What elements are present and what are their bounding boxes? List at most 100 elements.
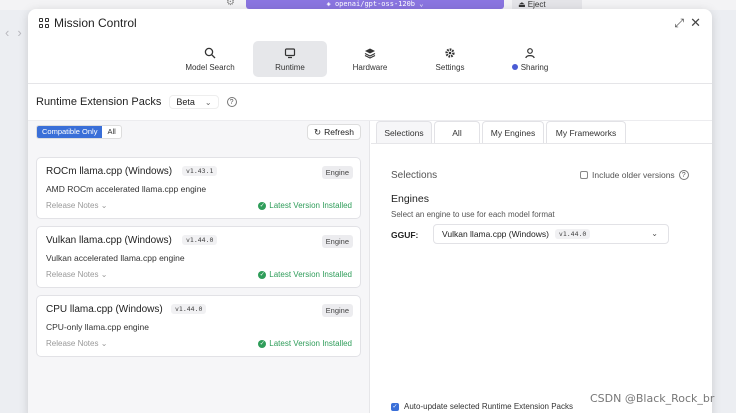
pack-version: v1.43.1 (182, 166, 218, 176)
pack-version: v1.44.0 (182, 235, 218, 245)
search-icon (204, 47, 216, 58)
expand-icon[interactable]: ⤢ (674, 16, 684, 31)
refresh-icon: ↻ (314, 126, 322, 137)
pack-card[interactable]: CPU llama.cpp (Windows) v1.44.0 Engine C… (36, 295, 361, 357)
chevron-down-icon: ⌄ (100, 201, 108, 210)
release-notes-label: Release Notes (46, 339, 99, 348)
main-tabs: Model Search Runtime Hardware Settings S… (28, 41, 712, 79)
tab-sharing[interactable]: Sharing (493, 41, 567, 77)
gguf-engine-select[interactable]: Vulkan llama.cpp (Windows) v1.44.0 ⌄ (433, 224, 669, 244)
divider (28, 83, 712, 84)
pack-description: CPU-only llama.cpp engine (46, 322, 149, 332)
refresh-label: Refresh (324, 127, 354, 137)
install-status: ✓ Latest Version Installed (258, 270, 352, 279)
channel-select[interactable]: Beta ⌄ (169, 95, 219, 109)
tab-my-frameworks[interactable]: My Frameworks (546, 121, 626, 143)
pack-card[interactable]: Vulkan llama.cpp (Windows) v1.44.0 Engin… (36, 226, 361, 288)
pack-name: Vulkan llama.cpp (Windows) (46, 235, 172, 246)
loaded-model-label: openai/gpt-oss-120b (334, 0, 416, 8)
help-icon[interactable]: ? (226, 97, 237, 107)
tab-label-line: Sharing (511, 62, 549, 72)
close-icon[interactable]: ✕ (690, 15, 701, 31)
layers-icon (364, 48, 376, 59)
include-older-checkbox[interactable] (580, 171, 588, 179)
engines-title: Engines (391, 193, 429, 205)
tab-my-engines[interactable]: My Engines (482, 121, 544, 143)
tab-label: Hardware (352, 62, 388, 72)
engines-subtitle: Select an engine to use for each model f… (391, 210, 555, 219)
selections-title: Selections (391, 170, 438, 181)
eject-button[interactable]: ⏏ Eject (512, 0, 582, 9)
divider (371, 143, 712, 144)
pack-card[interactable]: ROCm llama.cpp (Windows) v1.43.1 Engine … (36, 157, 361, 219)
format-label: GGUF: (391, 230, 419, 240)
right-tabs: Selections All My Engines My Frameworks (376, 121, 626, 143)
eject-label: Eject (527, 0, 546, 9)
release-notes-toggle[interactable]: Release Notes ⌄ (46, 201, 107, 210)
loaded-model-bar[interactable]: ◈ openai/gpt-oss-120b ⌄ (246, 0, 504, 9)
section-title: Runtime Extension Packs (36, 96, 162, 108)
include-older-versions[interactable]: Include older versions ? (580, 170, 689, 180)
status-text: Latest Version Installed (269, 201, 352, 210)
check-circle-icon: ✓ (258, 270, 267, 279)
engine-badge: Engine (321, 304, 353, 317)
watermark: CSDN @Black_Rock_br (590, 392, 715, 405)
refresh-button[interactable]: ↻ Refresh (307, 124, 361, 140)
engine-badge: Engine (321, 166, 353, 179)
hub-icon (511, 64, 518, 70)
release-notes-toggle[interactable]: Release Notes ⌄ (46, 339, 107, 348)
status-text: Latest Version Installed (269, 270, 352, 279)
pack-version: v1.44.0 (171, 304, 207, 314)
grid-icon (39, 18, 49, 28)
eject-icon: ⏏ (518, 0, 528, 9)
user-icon (525, 47, 535, 58)
tab-label: Runtime (275, 62, 305, 72)
chevron-down-icon: ⌄ (204, 97, 212, 107)
selections-pane: Selections All My Engines My Frameworks … (371, 121, 712, 413)
pack-name: CPU llama.cpp (Windows) (46, 304, 163, 315)
chip-icon: ◈ (326, 0, 335, 8)
tab-runtime[interactable]: Runtime (253, 41, 327, 77)
check-circle-icon: ✓ (258, 201, 267, 210)
channel-value: Beta (176, 97, 195, 107)
tab-model-search[interactable]: Model Search (173, 41, 247, 77)
release-notes-toggle[interactable]: Release Notes ⌄ (46, 270, 107, 279)
release-notes-label: Release Notes (46, 201, 99, 210)
modal-title-bar: Mission Control ⤢ ✕ (28, 9, 712, 39)
mission-control-modal: Mission Control ⤢ ✕ Model Search Runtime… (28, 9, 712, 413)
gear-icon[interactable]: ⚙ (226, 0, 235, 8)
filter-all[interactable]: All (102, 126, 120, 138)
pack-description: AMD ROCm accelerated llama.cpp engine (46, 184, 207, 194)
release-notes-label: Release Notes (46, 270, 99, 279)
tab-label: Model Search (185, 62, 235, 72)
modal-title: Mission Control (54, 16, 137, 30)
packs-pane: Compatible Only All ↻ Refresh ROCm llama… (28, 121, 370, 413)
chevron-down-icon: ⌄ (100, 339, 108, 348)
pack-name: ROCm llama.cpp (Windows) (46, 166, 173, 177)
auto-update-option[interactable]: ✓ Auto-update selected Runtime Extension… (391, 402, 573, 411)
nav-arrows: ‹› (5, 25, 30, 40)
back-arrow-icon[interactable]: ‹ (5, 25, 17, 40)
chevron-down-icon: ⌄ (651, 229, 658, 238)
tab-settings[interactable]: Settings (413, 41, 487, 77)
help-icon[interactable]: ? (678, 170, 689, 180)
engine-badge: Engine (321, 235, 353, 248)
tab-label: Settings (435, 62, 465, 72)
runtime-header: Runtime Extension Packs Beta ⌄ ? (36, 92, 237, 112)
include-older-label: Include older versions (592, 170, 675, 180)
tab-selections[interactable]: Selections (376, 121, 432, 143)
selected-engine-version: v1.44.0 (554, 229, 591, 239)
filter-compatible-only[interactable]: Compatible Only (37, 126, 103, 138)
chevron-down-icon: ⌄ (415, 0, 424, 8)
chevron-down-icon: ⌄ (100, 270, 108, 279)
auto-update-checkbox[interactable]: ✓ (391, 402, 399, 411)
tab-label: Sharing (520, 62, 549, 72)
status-text: Latest Version Installed (269, 339, 352, 348)
monitor-icon (284, 47, 296, 58)
tab-hardware[interactable]: Hardware (333, 41, 407, 77)
auto-update-label: Auto-update selected Runtime Extension P… (404, 402, 573, 411)
gear-icon (445, 47, 455, 58)
tab-all[interactable]: All (434, 121, 480, 143)
selected-engine: Vulkan llama.cpp (Windows) (442, 229, 549, 239)
compatibility-filter: Compatible Only All (36, 125, 122, 139)
